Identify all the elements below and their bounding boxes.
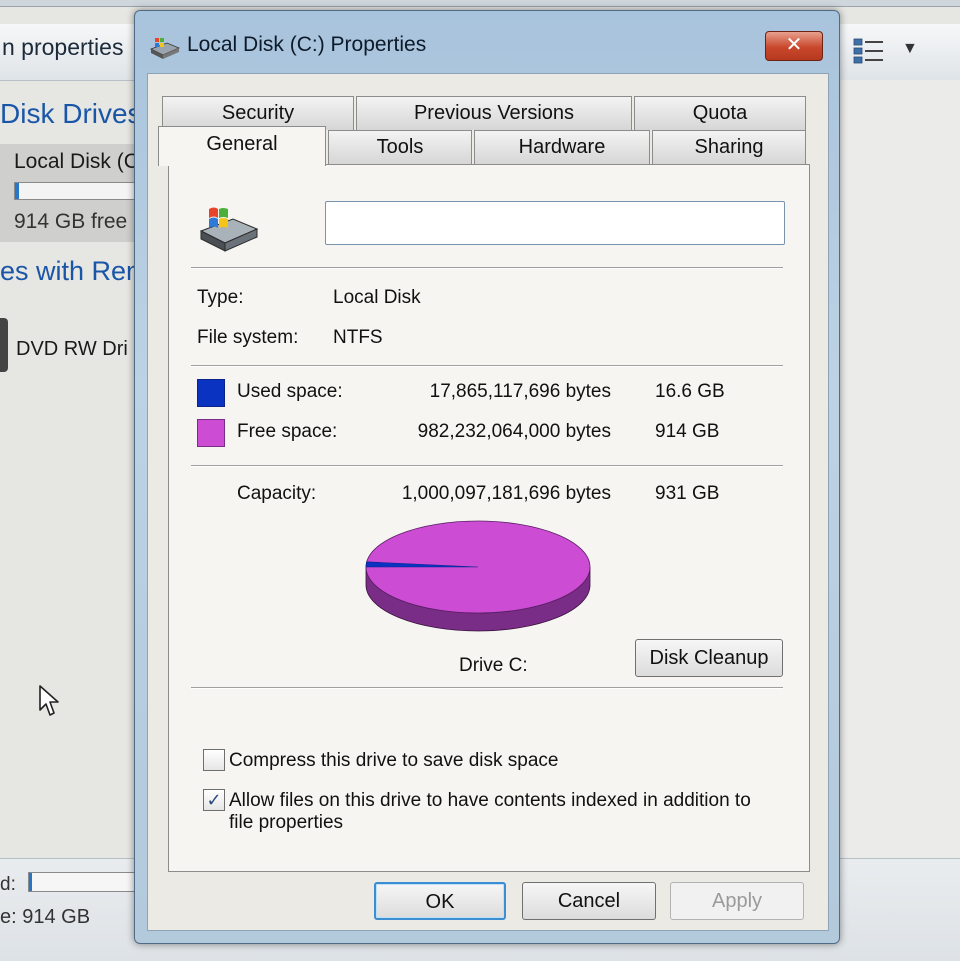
dvd-drive-icon — [0, 318, 8, 372]
used-space-bytes: 17,865,117,696 bytes — [429, 381, 611, 402]
free-space-label: Free space: — [237, 421, 338, 442]
index-checkbox[interactable]: ✓ — [203, 789, 225, 811]
tab-previous-versions[interactable]: Previous Versions — [356, 96, 632, 130]
capacity-size: 931 GB — [655, 483, 720, 504]
local-disk-usage-bar — [14, 182, 138, 200]
mouse-cursor-icon — [39, 685, 59, 716]
tab-sharing[interactable]: Sharing — [652, 130, 806, 164]
background-top-strip — [0, 0, 960, 7]
drive-title-icon — [150, 38, 181, 59]
status-used-label: d: — [0, 874, 16, 895]
removable-storage-heading: es with Rem — [0, 256, 149, 286]
status-usage-bar — [28, 872, 142, 892]
local-disk-usage-fill — [15, 183, 19, 199]
general-tab-panel: Type: Local Disk File system: NTFS Used … — [168, 164, 810, 872]
used-space-label: Used space: — [237, 381, 343, 402]
volume-label-input[interactable] — [325, 201, 785, 245]
index-label-line1[interactable]: Allow files on this drive to have conten… — [229, 789, 751, 812]
used-space-swatch — [197, 379, 225, 407]
status-free-text: e: 914 GB — [0, 906, 91, 928]
cancel-button[interactable]: Cancel — [522, 882, 656, 920]
tab-hardware[interactable]: Hardware — [474, 130, 650, 164]
dialog-client-area: Security Previous Versions Quota General… — [147, 73, 829, 931]
file-system-value: NTFS — [333, 327, 383, 348]
apply-button[interactable]: Apply — [670, 882, 804, 920]
tab-general[interactable]: General — [158, 126, 326, 166]
divider-middle — [191, 365, 783, 367]
free-space-swatch — [197, 419, 225, 447]
chevron-down-icon[interactable]: ▼ — [902, 40, 918, 58]
explorer-details-pane — [838, 80, 960, 880]
ok-button[interactable]: OK — [374, 882, 506, 920]
compress-label[interactable]: Compress this drive to save disk space — [229, 749, 558, 772]
properties-dialog: Local Disk (C:) Properties ✕ Security Pr… — [134, 10, 840, 944]
divider-top — [191, 267, 783, 269]
tab-tools[interactable]: Tools — [328, 130, 472, 164]
dvd-drive-label[interactable]: DVD RW Dri — [16, 338, 128, 361]
capacity-bytes: 1,000,097,181,696 bytes — [401, 483, 611, 504]
status-usage-fill — [29, 873, 32, 891]
disk-usage-pie-chart — [365, 520, 591, 632]
hard-drive-icon — [199, 207, 259, 252]
tab-security[interactable]: Security — [162, 96, 354, 130]
local-disk-free-text: 914 GB free — [14, 210, 128, 233]
divider-bottom — [191, 687, 783, 689]
used-space-size: 16.6 GB — [655, 381, 725, 402]
capacity-label: Capacity: — [237, 483, 317, 504]
compress-checkbox[interactable] — [203, 749, 225, 771]
explorer-title: n properties — [2, 34, 124, 60]
disk-cleanup-button[interactable]: Disk Cleanup — [635, 639, 783, 677]
tab-quota[interactable]: Quota — [634, 96, 806, 130]
divider-capacity — [191, 465, 783, 467]
hard-disk-drives-heading: Disk Drives — [0, 98, 142, 129]
dialog-title: Local Disk (C:) Properties — [187, 33, 427, 56]
change-view-icon[interactable] — [852, 36, 886, 66]
index-label-line2[interactable]: file properties — [229, 811, 343, 834]
free-space-size: 914 GB — [655, 421, 720, 442]
local-disk-tile-name: Local Disk (C — [14, 150, 139, 173]
drive-caption: Drive C: — [459, 655, 528, 676]
close-button[interactable]: ✕ — [765, 31, 823, 61]
free-space-bytes: 982,232,064,000 bytes — [417, 421, 611, 442]
type-label: Type: — [197, 287, 244, 308]
file-system-label: File system: — [197, 327, 299, 348]
type-value: Local Disk — [333, 287, 421, 308]
